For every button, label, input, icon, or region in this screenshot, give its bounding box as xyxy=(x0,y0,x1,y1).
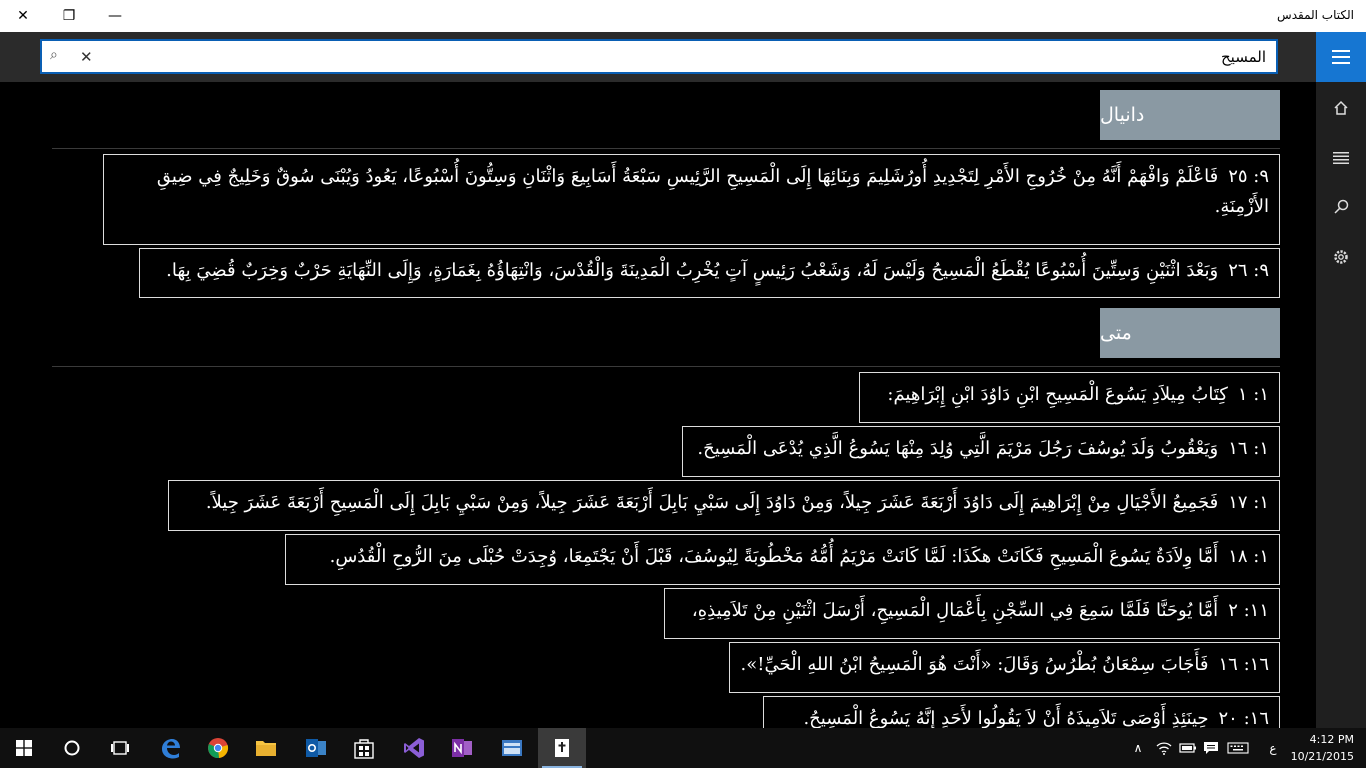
app-taskbar-button[interactable] xyxy=(488,728,536,768)
file-explorer-taskbar-button[interactable] xyxy=(242,728,290,768)
language-indicator[interactable]: ع xyxy=(1262,728,1284,768)
store-icon xyxy=(354,739,374,759)
outlook-taskbar-button[interactable] xyxy=(292,728,340,768)
app-icon xyxy=(502,740,522,756)
verse-result[interactable]: ١١: ٢ أَمَّا يُوحَنَّا فَلَمَّا سَمِعَ فِ… xyxy=(664,588,1280,639)
divider xyxy=(52,148,1280,149)
wifi-icon xyxy=(1156,742,1172,755)
verse-ref: ١: ١٧ xyxy=(1228,492,1269,513)
keyboard-icon xyxy=(1227,742,1249,754)
verse-ref: ٩: ٢٥ xyxy=(1228,166,1269,187)
edge-taskbar-button[interactable] xyxy=(146,728,194,768)
action-center-button[interactable] xyxy=(1200,728,1222,768)
verse-result[interactable]: ١: ١٧ فَجَمِيعُ الأَجْيَالِ مِنْ إِبْرَاه… xyxy=(168,480,1280,531)
verse-result[interactable]: ٩: ٢٦ وَبَعْدَ اثْنَيْنِ وَسِتِّينَ أُسْب… xyxy=(139,248,1280,298)
close-icon: ✕ xyxy=(17,8,29,24)
list-button[interactable] xyxy=(1316,138,1366,178)
search-icon[interactable]: ⌕ xyxy=(50,47,58,63)
system-clock[interactable]: 4:12 PM 10/21/2015 xyxy=(1291,731,1354,765)
search-nav-icon xyxy=(1334,199,1349,214)
verse-ref: ١١: ٢ xyxy=(1228,600,1269,621)
tray-overflow-button[interactable]: ∧ xyxy=(1126,728,1150,768)
settings-button[interactable] xyxy=(1316,237,1366,277)
cortana-icon xyxy=(64,740,80,756)
onenote-taskbar-button[interactable] xyxy=(438,728,486,768)
clock-date: 10/21/2015 xyxy=(1290,750,1354,763)
search-results: دانيال ٩: ٢٥فَاعْلَمْ وَافْهَمْ أَنَّهُ … xyxy=(0,82,1316,728)
verse-text: كِتَابُ مِيلاَدِ يَسُوعَ الْمَسِيحِ ابْن… xyxy=(887,384,1228,405)
verse-text: وَيَعْقُوبُ وَلَدَ يُوسُفَ رَجُلَ مَرْيَ… xyxy=(697,438,1219,459)
minimize-icon: — xyxy=(108,8,122,24)
battery-icon xyxy=(1179,743,1196,753)
message-icon xyxy=(1204,742,1218,754)
verse-ref: ١٦: ١٦ xyxy=(1218,654,1269,675)
verse-text: وَبَعْدَ اثْنَيْنِ وَسِتِّينَ أُسْبُوعًا… xyxy=(166,260,1219,281)
hamburger-icon xyxy=(1332,50,1350,64)
verse-result[interactable]: ١٦: ١٦ فَأَجَابَ سِمْعَانُ بُطْرُسُ وَقَا… xyxy=(729,642,1280,693)
hamburger-button[interactable] xyxy=(1316,32,1366,82)
restore-button[interactable]: ❐ xyxy=(46,0,92,32)
verse-result[interactable]: ١٦: ٢٠ حِينَئِذٍ أَوْصَى تَلاَمِيذَهُ أَن… xyxy=(763,696,1280,728)
search-nav-button[interactable] xyxy=(1316,187,1366,227)
restore-icon: ❐ xyxy=(62,8,76,24)
search-bar: ⌕ ✕ xyxy=(0,32,1316,82)
cortana-button[interactable] xyxy=(48,728,96,768)
verse-ref: ٩: ٢٦ xyxy=(1228,260,1269,281)
minimize-button[interactable]: — xyxy=(92,0,138,32)
verse-result[interactable]: ١: ١ كِتَابُ مِيلاَدِ يَسُوعَ الْمَسِيحِ … xyxy=(859,372,1280,423)
keyboard-button[interactable] xyxy=(1224,728,1252,768)
network-button[interactable] xyxy=(1152,728,1176,768)
verse-result[interactable]: ١: ١٨ أَمَّا وِلاَدَةُ يَسُوعَ الْمَسِيحِ… xyxy=(285,534,1280,585)
nav-rail xyxy=(1316,32,1366,728)
gear-icon xyxy=(1334,250,1348,264)
onenote-icon xyxy=(452,739,472,757)
chrome-taskbar-button[interactable] xyxy=(194,728,242,768)
book-header-daniel[interactable]: دانيال xyxy=(1100,90,1280,140)
windows-start-icon xyxy=(16,740,32,756)
home-button[interactable] xyxy=(1316,88,1366,128)
bible-app-taskbar-button[interactable] xyxy=(538,728,586,768)
task-view-icon xyxy=(111,741,129,755)
battery-button[interactable] xyxy=(1176,728,1200,768)
search-input[interactable] xyxy=(102,41,1266,72)
home-icon xyxy=(1334,100,1348,115)
clear-search-icon[interactable]: ✕ xyxy=(80,48,93,66)
clock-time: 4:12 PM xyxy=(1309,733,1354,746)
visual-studio-taskbar-button[interactable] xyxy=(390,728,438,768)
verse-ref: ١: ١٦ xyxy=(1228,438,1269,459)
list-icon xyxy=(1333,152,1349,164)
verse-ref: ١: ١ xyxy=(1237,384,1269,405)
verse-text: أَمَّا يُوحَنَّا فَلَمَّا سَمِعَ فِي الس… xyxy=(691,600,1219,621)
verse-result[interactable]: ١: ١٦ وَيَعْقُوبُ وَلَدَ يُوسُفَ رَجُلَ م… xyxy=(682,426,1280,477)
verse-ref: ١٦: ٢٠ xyxy=(1218,708,1269,728)
title-bar: ✕ ❐ — الكتاب المقدس xyxy=(0,0,1366,32)
search-box: ⌕ ✕ xyxy=(40,39,1278,74)
taskbar: ∧ ع 4:12 PM 10/21/2015 xyxy=(0,728,1366,768)
chevron-up-icon: ∧ xyxy=(1133,741,1143,755)
edge-icon xyxy=(162,739,180,759)
visual-studio-icon xyxy=(404,738,424,758)
app-title: الكتاب المقدس xyxy=(1277,8,1354,22)
book-header-matthew[interactable]: متى xyxy=(1100,308,1280,358)
store-taskbar-button[interactable] xyxy=(340,728,388,768)
verse-text: فَأَجَابَ سِمْعَانُ بُطْرُسُ وَقَالَ: «أ… xyxy=(740,654,1209,675)
start-button[interactable] xyxy=(0,728,48,768)
verse-text: فَجَمِيعُ الأَجْيَالِ مِنْ إِبْرَاهِيمَ … xyxy=(205,492,1219,513)
verse-text: حِينَئِذٍ أَوْصَى تَلاَمِيذَهُ أَنْ لاَ … xyxy=(803,708,1209,728)
divider xyxy=(52,366,1280,367)
close-button[interactable]: ✕ xyxy=(0,0,46,32)
bible-app-icon xyxy=(555,739,569,757)
file-explorer-icon xyxy=(256,741,276,756)
chrome-icon xyxy=(208,738,229,759)
task-view-button[interactable] xyxy=(96,728,144,768)
verse-text: فَاعْلَمْ وَافْهَمْ أَنَّهُ مِنْ خُرُوجِ… xyxy=(156,166,1269,217)
verse-text: أَمَّا وِلاَدَةُ يَسُوعَ الْمَسِيحِ فَكَ… xyxy=(329,546,1219,567)
verse-ref: ١: ١٨ xyxy=(1228,546,1269,567)
outlook-icon xyxy=(306,739,326,757)
verse-result[interactable]: ٩: ٢٥فَاعْلَمْ وَافْهَمْ أَنَّهُ مِنْ خُ… xyxy=(103,154,1280,245)
